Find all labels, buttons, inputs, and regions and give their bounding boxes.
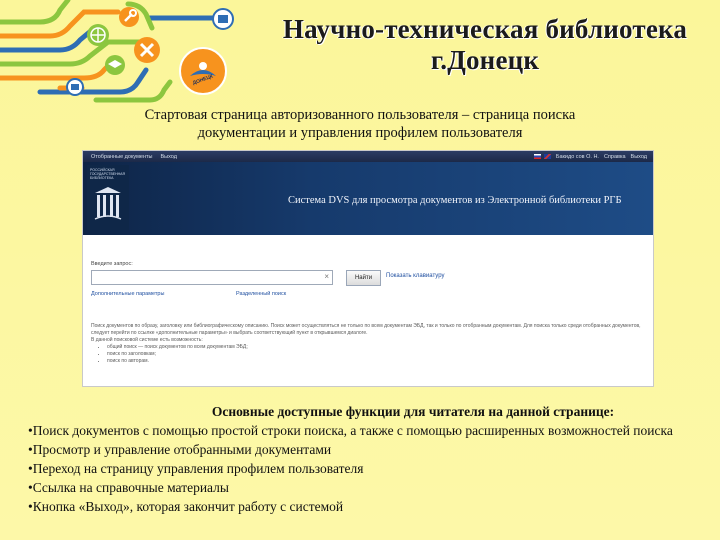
rgb-logo: РОССИЙСКАЯ ГОСУДАРСТВЕННАЯ БИБЛИОТЕКА: [87, 165, 129, 230]
top-bar: Отобранные документы Выход Бакидо сов О.…: [83, 151, 653, 162]
subtitle-line-2: документации и управления профилем польз…: [197, 125, 523, 141]
nav-selected-documents[interactable]: Отобранные документы: [91, 154, 152, 160]
tools-icon: [134, 37, 160, 63]
advanced-params-link[interactable]: Дополнительные параметры: [91, 291, 164, 297]
description-item: общий поиск — поиск документов по всем д…: [107, 344, 647, 351]
function-item: •Ссылка на справочные материалы: [28, 480, 229, 495]
description-list: общий поиск — поиск документов по всем д…: [91, 344, 647, 365]
screen-icon: [66, 78, 84, 96]
donetsk-logo: ДОНЕЦК: [178, 46, 228, 96]
graduation-cap-icon: [105, 55, 125, 75]
clear-icon[interactable]: ×: [324, 272, 329, 281]
function-item: •Кнопка «Выход», которая закончит работу…: [28, 499, 344, 514]
description-item: поиск по авторам.: [107, 358, 647, 365]
book-columns-icon: [94, 187, 122, 220]
dvs-screenshot: Отобранные документы Выход Бакидо сов О.…: [82, 150, 654, 387]
wrench-icon: [119, 7, 139, 27]
functions-heading: Основные доступные функции для читателя …: [211, 404, 615, 419]
user-name[interactable]: Бакидо сов О. Н.: [556, 154, 599, 160]
banner-title: Система DVS для просмотра документов из …: [288, 195, 622, 206]
slide-subtitle: Стартовая страница авторизованного польз…: [70, 106, 650, 142]
sectioned-search-link[interactable]: Разделенный поиск: [236, 291, 286, 297]
description-text: Поиск документов по образу, заголовку ил…: [91, 323, 641, 336]
slide: ДОНЕЦК Научно-техническая библиотека г.Д…: [0, 0, 720, 540]
banner: РОССИЙСКАЯ ГОСУДАРСТВЕННАЯ БИБЛИОТЕКА Си…: [83, 162, 653, 235]
function-item: •Поиск документов с помощью простой стро…: [28, 423, 673, 438]
subtitle-line-1: Стартовая страница авторизованного польз…: [144, 107, 576, 123]
title-line-2: г.Донецк: [430, 45, 540, 75]
rgb-logo-text: РОССИЙСКАЯ ГОСУДАРСТВЕННАЯ БИБЛИОТЕКА: [90, 168, 126, 180]
exit-link[interactable]: Выход: [631, 154, 647, 160]
flag-en-icon[interactable]: [543, 154, 551, 159]
search-label: Введите запрос:: [91, 261, 133, 267]
search-description: Поиск документов по образу, заголовку ил…: [91, 323, 647, 365]
search-area: Введите запрос: × Найти Показать клавиат…: [91, 261, 444, 286]
description-item: поиск по заголовкам;: [107, 351, 647, 358]
nav-exit[interactable]: Выход: [160, 154, 176, 160]
search-options: Дополнительные параметры Разделенный пои…: [91, 291, 651, 297]
show-keyboard-link[interactable]: Показать клавиатуру: [386, 273, 444, 279]
find-button[interactable]: Найти: [346, 270, 381, 286]
terminal-icon: [212, 8, 234, 30]
globe-icon: [87, 24, 109, 46]
help-link[interactable]: Справка: [604, 154, 626, 160]
search-input[interactable]: ×: [91, 270, 333, 285]
functions-section: Основные доступные функции для читателя …: [28, 402, 708, 516]
description-sub: В данной поисковой системе есть возможно…: [91, 337, 203, 343]
function-item: •Просмотр и управление отобранными докум…: [28, 442, 332, 457]
page-title: Научно-техническая библиотека г.Донецк: [250, 14, 720, 76]
function-item: •Переход на страницу управления профилем…: [28, 461, 364, 476]
flag-ru-icon[interactable]: [533, 154, 541, 159]
title-line-1: Научно-техническая библиотека: [282, 14, 688, 44]
